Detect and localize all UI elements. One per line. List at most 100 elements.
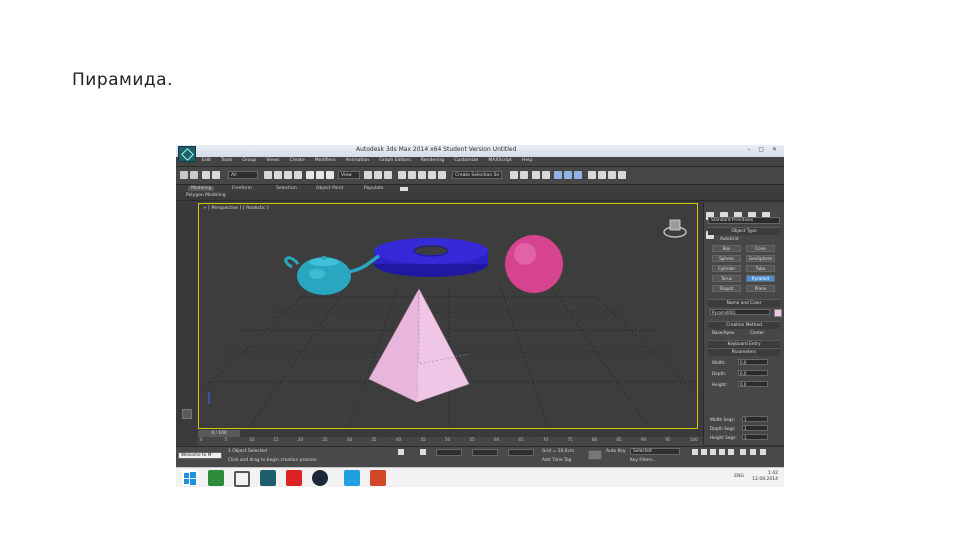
- x-coordinate-field[interactable]: [436, 449, 462, 456]
- param-value-field[interactable]: 0,0: [738, 359, 768, 365]
- keyboard-shortcut-icon[interactable]: [384, 171, 392, 179]
- create-tube-button[interactable]: Tube: [746, 265, 775, 272]
- menu-views[interactable]: Views: [266, 158, 279, 163]
- menu-animation[interactable]: Animation: [346, 158, 369, 163]
- segment-value-field[interactable]: 1: [742, 434, 768, 440]
- selected-keys-dropdown[interactable]: Selected: [630, 448, 680, 455]
- mirror-icon[interactable]: [510, 171, 518, 179]
- select-object-icon[interactable]: [264, 171, 272, 179]
- time-slider-handle[interactable]: 0 / 100: [198, 430, 240, 437]
- menu-tools[interactable]: Tools: [221, 158, 232, 163]
- keyboard-entry-rollout[interactable]: Keyboard Entry: [708, 340, 780, 348]
- align-icon[interactable]: [520, 171, 528, 179]
- set-key-mode-icon[interactable]: [588, 450, 602, 460]
- menu-maxscript[interactable]: MAXScript: [488, 158, 512, 163]
- tab-freeform[interactable]: Freeform: [232, 186, 252, 191]
- undo-icon[interactable]: [180, 171, 188, 179]
- select-by-name-icon[interactable]: [274, 171, 282, 179]
- system-clock[interactable]: 1:42 12.08.2014: [752, 471, 778, 483]
- param-value-field[interactable]: 0,0: [738, 381, 768, 387]
- input-language-indicator[interactable]: ENG: [734, 474, 744, 479]
- segment-value-field[interactable]: 1: [742, 425, 768, 431]
- menu-edit[interactable]: Edit: [202, 158, 211, 163]
- y-coordinate-field[interactable]: [472, 449, 498, 456]
- parameters-rollout[interactable]: Parameters: [708, 348, 780, 356]
- zoom-icon[interactable]: [740, 449, 746, 455]
- rendered-frame-icon[interactable]: [598, 171, 606, 179]
- object-name-field[interactable]: Pyramid001: [710, 309, 770, 315]
- tab-modeling[interactable]: Modeling: [188, 186, 215, 191]
- graphite-toggle-icon[interactable]: [542, 171, 550, 179]
- menu-modifiers[interactable]: Modifiers: [315, 158, 336, 163]
- redo-icon[interactable]: [190, 171, 198, 179]
- spinner-snap-icon[interactable]: [428, 171, 436, 179]
- previous-frame-icon[interactable]: [701, 449, 707, 455]
- edit-named-selections-icon[interactable]: [438, 171, 446, 179]
- viewport-menu-toggle-icon[interactable]: [182, 409, 192, 419]
- auto-key-button[interactable]: Auto Key: [606, 449, 626, 454]
- create-pyramid-button[interactable]: Pyramid: [746, 275, 775, 282]
- move-icon[interactable]: [306, 171, 314, 179]
- next-frame-icon[interactable]: [719, 449, 725, 455]
- creation-method-rollout[interactable]: Creation Method: [708, 321, 780, 329]
- create-cone-button[interactable]: Cone: [746, 245, 775, 252]
- render-production-icon[interactable]: [608, 171, 616, 179]
- param-value-field[interactable]: 0,0: [738, 370, 768, 376]
- tab-populate[interactable]: Populate: [364, 186, 384, 191]
- create-sphere-button[interactable]: Sphere: [712, 255, 741, 262]
- tab-selection[interactable]: Selection: [276, 186, 297, 191]
- curve-editor-icon[interactable]: [554, 171, 562, 179]
- autogrid-checkbox[interactable]: AutoGrid: [720, 236, 739, 241]
- selection-filter-dropdown[interactable]: All: [228, 171, 258, 179]
- powerpoint-icon[interactable]: [370, 470, 386, 486]
- create-cylinder-button[interactable]: Cylinder: [712, 265, 741, 272]
- menu-group[interactable]: Group: [242, 158, 256, 163]
- skype-icon[interactable]: [344, 470, 360, 486]
- scale-icon[interactable]: [326, 171, 334, 179]
- ribbon-toggle-icon[interactable]: [400, 187, 408, 191]
- browser-icon[interactable]: [286, 470, 302, 486]
- menu-graph-editors[interactable]: Graph Editors: [379, 158, 411, 163]
- track-bar[interactable]: 0 5 10 15 20 25 30 35 40 45 50 55 60 65 70 75 80 85 90 95 10…: [198, 437, 703, 446]
- play-icon[interactable]: [710, 449, 716, 455]
- perspective-viewport[interactable]: + [ Perspective ] [ Realistic ]: [198, 203, 698, 429]
- render-setup-icon[interactable]: [588, 171, 596, 179]
- lock-selection-icon[interactable]: [398, 449, 404, 455]
- tab-object-paint[interactable]: Object Paint: [316, 186, 343, 191]
- angle-snap-icon[interactable]: [408, 171, 416, 179]
- key-filters-button[interactable]: Key Filters...: [630, 458, 657, 463]
- orbit-icon[interactable]: [760, 449, 766, 455]
- object-type-rollout[interactable]: Object Type: [708, 227, 780, 235]
- schematic-view-icon[interactable]: [564, 171, 572, 179]
- named-selection-sets-field[interactable]: Create Selection Se: [452, 171, 502, 179]
- create-geosphere-button[interactable]: GeoSphere: [746, 255, 775, 262]
- creation-center-radio[interactable]: Center: [750, 330, 764, 335]
- object-color-swatch[interactable]: [774, 309, 782, 317]
- spreadsheet-app-icon[interactable]: [208, 470, 224, 486]
- pan-icon[interactable]: [750, 449, 756, 455]
- app-logo-icon[interactable]: [178, 146, 196, 162]
- steam-icon[interactable]: [312, 470, 328, 486]
- snaps-toggle-icon[interactable]: [398, 171, 406, 179]
- 3ds-max-taskbar-icon[interactable]: [260, 470, 276, 486]
- go-to-end-icon[interactable]: [728, 449, 734, 455]
- rotate-icon[interactable]: [316, 171, 324, 179]
- maxscript-listener-field[interactable]: Welcome to M: [178, 452, 222, 459]
- segment-value-field[interactable]: 1: [742, 416, 768, 422]
- reference-coordinate-dropdown[interactable]: View: [338, 171, 360, 179]
- window-crossing-icon[interactable]: [294, 171, 302, 179]
- menu-rendering[interactable]: Rendering: [421, 158, 444, 163]
- menu-help[interactable]: Help: [522, 158, 532, 163]
- link-icon[interactable]: [202, 171, 210, 179]
- material-editor-icon[interactable]: [574, 171, 582, 179]
- file-explorer-icon[interactable]: [234, 471, 250, 487]
- add-time-tag-button[interactable]: Add Time Tag: [542, 458, 571, 463]
- start-button-icon[interactable]: [182, 470, 198, 486]
- percent-snap-icon[interactable]: [418, 171, 426, 179]
- creation-base-apex-radio[interactable]: Base/Apex: [712, 330, 734, 335]
- create-teapot-button[interactable]: Teapot: [712, 285, 741, 292]
- ribbon-panel-title[interactable]: Polygon Modeling: [186, 193, 226, 198]
- window-controls[interactable]: – ▢ ✕: [747, 146, 780, 153]
- layer-manager-icon[interactable]: [532, 171, 540, 179]
- create-plane-button[interactable]: Plane: [746, 285, 775, 292]
